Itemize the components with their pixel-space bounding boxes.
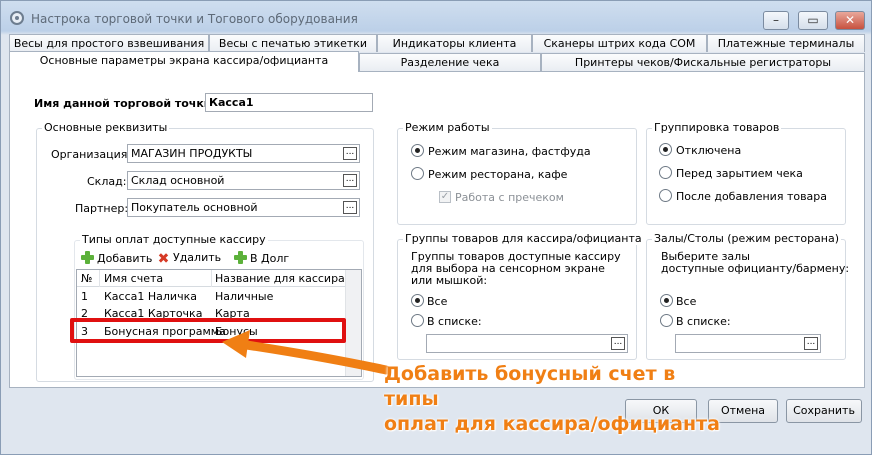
grouping-off-label: Отключена [676, 144, 742, 157]
halls-list-label: В списке: [676, 315, 731, 328]
mode-title: Режим работы [403, 121, 492, 134]
org-label: Организация: [51, 148, 132, 161]
table-header: № Имя счета Название для кассира [77, 270, 345, 287]
prereceipt-label: Работа с пречеком [455, 191, 564, 204]
requisites-title: Основные реквизиты [42, 121, 170, 134]
add-label: Добавить [97, 252, 153, 265]
tab-simple-scales[interactable]: Весы для простого взвешивания [9, 34, 209, 52]
product-groups-title: Группы товаров для кассира/официанта [403, 232, 644, 245]
point-name-input[interactable]: Касса1 [205, 93, 373, 112]
halls-all-label: Все [676, 295, 697, 308]
payments-title: Типы оплат доступные кассиру [80, 233, 268, 246]
col-number: № [81, 272, 93, 285]
window-title: Настрока торговой точки и Тогового обору… [31, 12, 358, 26]
close-button[interactable]: ✕ [835, 11, 865, 30]
warehouse-select-button[interactable]: ... [343, 174, 357, 187]
tab-customer-display[interactable]: Индикаторы клиента [377, 34, 532, 52]
halls-select-button[interactable]: ... [804, 337, 818, 350]
annotation-line-2: оплат для кассира/официанта [384, 413, 720, 435]
grouping-before-close-label: Перед зарытием чека [676, 167, 803, 180]
minimize-button[interactable]: – [763, 11, 789, 30]
maximize-button[interactable]: ▭ [798, 11, 828, 30]
warehouse-label: Склад: [87, 175, 127, 188]
row-cashier-name: Наличные [215, 290, 274, 303]
title-bar: Настрока торговой точки и Тогового обору… [1, 1, 871, 35]
tab-main-params[interactable]: Основные параметры экрана кассира/официа… [9, 51, 359, 72]
delete-label: Удалить [173, 251, 222, 264]
col-cashier-name: Название для кассира [215, 272, 345, 285]
product-groups-all-radio[interactable] [411, 294, 424, 307]
grouping-after-add-label: После добавления товара [676, 190, 828, 203]
delete-payment-button[interactable]: ✖ Удалить [157, 251, 222, 267]
mode-restaurant-radio[interactable] [411, 167, 424, 180]
prereceipt-checkbox[interactable]: ✓ [439, 191, 451, 203]
tab-label-scales[interactable]: Весы с печатью этикетки [209, 34, 377, 52]
warehouse-value: Склад основной [131, 174, 225, 187]
save-button[interactable]: Сохранить [786, 399, 862, 423]
partner-label: Партнер: [75, 202, 129, 215]
grouping-title: Группировка товаров [652, 121, 782, 134]
product-groups-hint-3: или мышкой: [411, 274, 488, 287]
grouping-off-radio[interactable] [659, 143, 672, 156]
tab-printers[interactable]: Принтеры чеков/Фискальные регистраторы [541, 53, 865, 71]
gear-icon [10, 11, 24, 25]
halls-hint-2: доступные официанту/бармену: [661, 262, 850, 275]
tab-payment-terminals[interactable]: Платежные терминалы [707, 34, 865, 52]
product-groups-all-label: Все [427, 295, 448, 308]
warehouse-field[interactable]: Склад основной ... [127, 171, 360, 190]
org-field[interactable]: МАГАЗИН ПРОДУКТЫ ... [127, 144, 360, 163]
partner-select-button[interactable]: ... [343, 201, 357, 214]
partner-value: Покупатель основной [131, 201, 258, 214]
tab-check-split[interactable]: Разделение чека [359, 53, 541, 71]
product-groups-list-radio[interactable] [411, 314, 424, 327]
annotation-line-1: Добавить бонусный счет в типы [384, 363, 676, 410]
mode-shop-label: Режим магазина, фастфуда [428, 145, 591, 158]
col-account: Имя счета [104, 272, 164, 285]
product-groups-list-label: В списке: [427, 315, 482, 328]
org-value: МАГАЗИН ПРОДУКТЫ [131, 147, 253, 160]
halls-all-radio[interactable] [660, 294, 673, 307]
add-payment-button[interactable]: Добавить [81, 251, 152, 265]
plus-icon [234, 251, 247, 264]
halls-list-radio[interactable] [660, 314, 673, 327]
grouping-before-close-radio[interactable] [659, 166, 672, 179]
halls-title: Залы/Столы (режим ресторана) [652, 232, 842, 245]
debt-label: В Долг [250, 252, 290, 265]
halls-list-field[interactable]: ... [675, 334, 821, 353]
table-row[interactable]: 1 Касса1 Наличка Наличные [77, 288, 345, 305]
plus-icon [81, 251, 94, 264]
grouping-after-add-radio[interactable] [659, 189, 672, 202]
point-name-label: Имя данной торговой точки: [34, 97, 216, 110]
annotation-text: Добавить бонусный счет в типы оплат для … [384, 362, 724, 437]
mode-restaurant-label: Режим ресторана, кафе [428, 168, 568, 181]
partner-field[interactable]: Покупатель основной ... [127, 198, 360, 217]
org-select-button[interactable]: ... [343, 147, 357, 160]
annotation-arrow-icon [222, 330, 390, 375]
product-groups-list-field[interactable]: ... [426, 334, 628, 353]
row-account: Касса1 Наличка [104, 290, 197, 303]
delete-icon: ✖ [157, 251, 170, 267]
row-number: 1 [81, 290, 88, 303]
tab-com-scanners[interactable]: Сканеры штрих кода COM [532, 34, 707, 52]
debt-button[interactable]: В Долг [234, 251, 289, 265]
mode-shop-radio[interactable] [411, 144, 424, 157]
product-groups-select-button[interactable]: ... [611, 337, 625, 350]
